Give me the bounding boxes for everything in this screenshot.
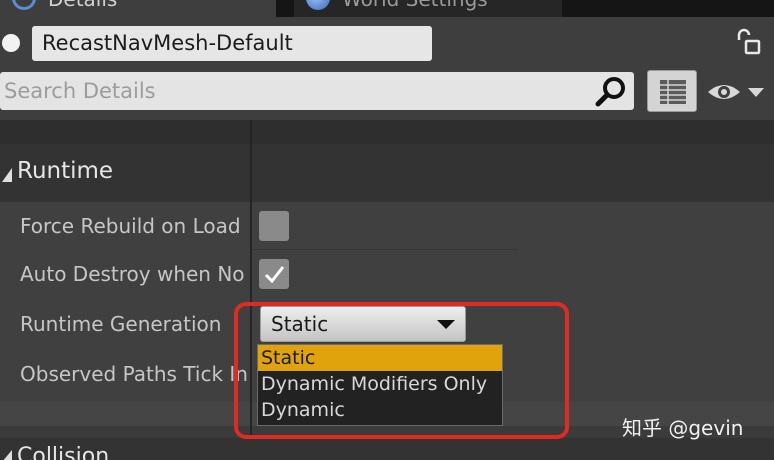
search-icon[interactable] — [594, 76, 628, 108]
search-icon — [12, 0, 36, 10]
tab-world-settings-label: World Settings — [342, 0, 488, 11]
checkmark-icon — [264, 266, 285, 284]
force-rebuild-label: Force Rebuild on Load — [20, 214, 241, 238]
watermark: 知乎 @gevin — [622, 416, 744, 440]
category-collision-title: Collision — [17, 444, 110, 460]
search-details-input[interactable] — [0, 72, 634, 110]
category-runtime-title: Runtime — [17, 158, 114, 184]
collapse-arrow-icon[interactable] — [2, 168, 12, 182]
collapse-arrow-icon[interactable] — [2, 450, 12, 460]
eye-icon — [708, 85, 764, 99]
view-options-button[interactable] — [647, 70, 697, 112]
row-divider — [252, 249, 518, 250]
tab-details[interactable]: Details — [0, 0, 276, 17]
actor-icon — [2, 34, 20, 52]
tab-world-settings[interactable]: World Settings — [294, 0, 562, 17]
globe-icon — [306, 0, 330, 10]
actor-name-field[interactable] — [32, 26, 432, 61]
auto-destroy-checkbox[interactable] — [259, 259, 289, 289]
tab-details-label: Details — [48, 0, 117, 11]
table-icon — [660, 80, 686, 104]
category-collision-bar[interactable] — [0, 438, 774, 460]
annotation-highlight — [234, 302, 569, 439]
property-area-top — [0, 120, 774, 144]
runtime-generation-label: Runtime Generation — [20, 312, 222, 336]
visibility-filter-button[interactable] — [706, 78, 768, 106]
observed-paths-label: Observed Paths Tick In — [20, 362, 248, 386]
category-runtime-bar[interactable] — [0, 144, 774, 202]
auto-destroy-label: Auto Destroy when No — [20, 262, 245, 286]
lock-icon[interactable] — [734, 28, 762, 56]
force-rebuild-checkbox[interactable] — [259, 211, 289, 241]
